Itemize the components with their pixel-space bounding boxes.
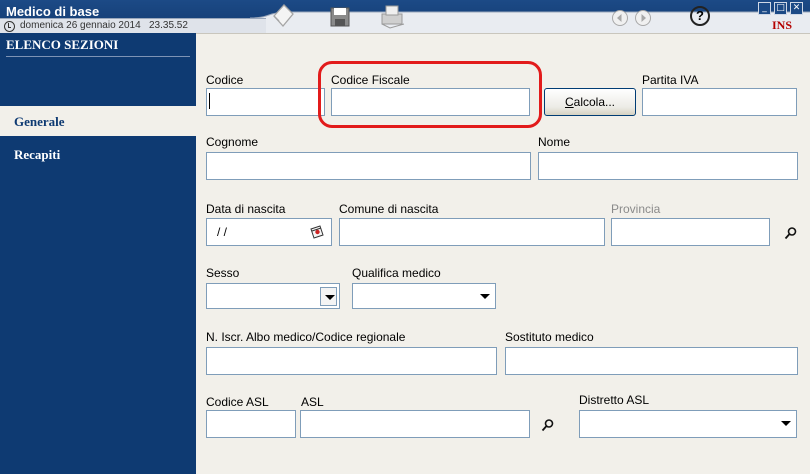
asl-field[interactable] <box>300 410 530 438</box>
minimize-button[interactable]: _ <box>758 2 771 15</box>
sidebar-title: ELENCO SEZIONI <box>6 37 119 52</box>
mode-indicator: INS <box>771 18 792 32</box>
nav-back-icon[interactable] <box>611 9 629 27</box>
maximize-button[interactable]: □ <box>774 2 787 15</box>
sostituto-label: Sostituto medico <box>505 330 594 344</box>
time-text: 23.35.52 <box>149 20 188 31</box>
date-bar: domenica 26 gennaio 2014 23.35.52 <box>0 18 266 33</box>
partita-iva-label: Partita IVA <box>642 73 699 87</box>
print-icon[interactable] <box>378 2 408 30</box>
calcola-label: alcola... <box>573 95 616 109</box>
chevron-down-icon[interactable] <box>777 414 794 433</box>
provincia-field[interactable] <box>611 218 770 246</box>
cognome-field[interactable] <box>206 152 531 180</box>
nome-label: Nome <box>538 135 571 149</box>
sesso-label: Sesso <box>206 266 240 280</box>
nome-field[interactable] <box>538 152 798 180</box>
codice-asl-label: Codice ASL <box>206 395 269 409</box>
data-nascita-label: Data di nascita <box>206 202 286 216</box>
sesso-select[interactable] <box>206 283 340 309</box>
date-time-display: domenica 26 gennaio 2014 23.35.52 <box>20 20 188 31</box>
qualifica-label: Qualifica medico <box>352 266 441 280</box>
iscrizione-field[interactable] <box>206 347 497 375</box>
asl-label: ASL <box>301 395 324 409</box>
calcola-accesskey: C <box>564 95 574 109</box>
eraser-icon[interactable] <box>270 2 296 30</box>
sostituto-field[interactable] <box>505 347 798 375</box>
codice-field[interactable] <box>206 88 325 116</box>
search-link-icon[interactable] <box>541 418 555 432</box>
provincia-label: Provincia <box>611 202 661 216</box>
distretto-label: Distretto ASL <box>579 393 650 407</box>
calcola-button[interactable]: Calcola... <box>544 88 636 116</box>
distretto-select[interactable] <box>579 410 797 438</box>
qualifica-select[interactable] <box>352 283 496 309</box>
comune-nascita-field[interactable] <box>339 218 605 246</box>
data-nascita-value: / / <box>217 225 228 239</box>
help-icon[interactable]: ? <box>690 6 710 26</box>
cognome-label: Cognome <box>206 135 259 149</box>
nav-forward-icon[interactable] <box>634 9 652 27</box>
sidebar-item-label: Generale <box>14 114 65 129</box>
chevron-down-icon[interactable] <box>320 287 337 306</box>
save-icon[interactable] <box>329 6 351 28</box>
text-cursor <box>209 93 210 109</box>
close-button[interactable]: ✕ <box>790 2 803 15</box>
data-nascita-field[interactable]: / / <box>206 218 332 246</box>
sidebar-item-recapiti[interactable]: Recapiti <box>14 147 60 163</box>
calendar-icon[interactable] <box>309 224 325 240</box>
codice-asl-field[interactable] <box>206 410 296 438</box>
sidebar-divider <box>6 56 190 57</box>
date-text: domenica 26 gennaio 2014 <box>20 20 141 31</box>
chevron-down-icon[interactable] <box>476 287 493 306</box>
window-title: Medico di base <box>6 4 100 19</box>
partita-iva-field[interactable] <box>642 88 797 116</box>
highlight-circle <box>318 61 542 128</box>
comune-nascita-label: Comune di nascita <box>339 202 439 216</box>
sidebar-item-generale[interactable]: Generale <box>0 106 198 136</box>
search-link-icon[interactable] <box>784 226 798 240</box>
iscrizione-label: N. Iscr. Albo medico/Codice regionale <box>206 330 406 344</box>
clock-icon <box>4 21 15 32</box>
codice-label: Codice <box>206 73 244 87</box>
